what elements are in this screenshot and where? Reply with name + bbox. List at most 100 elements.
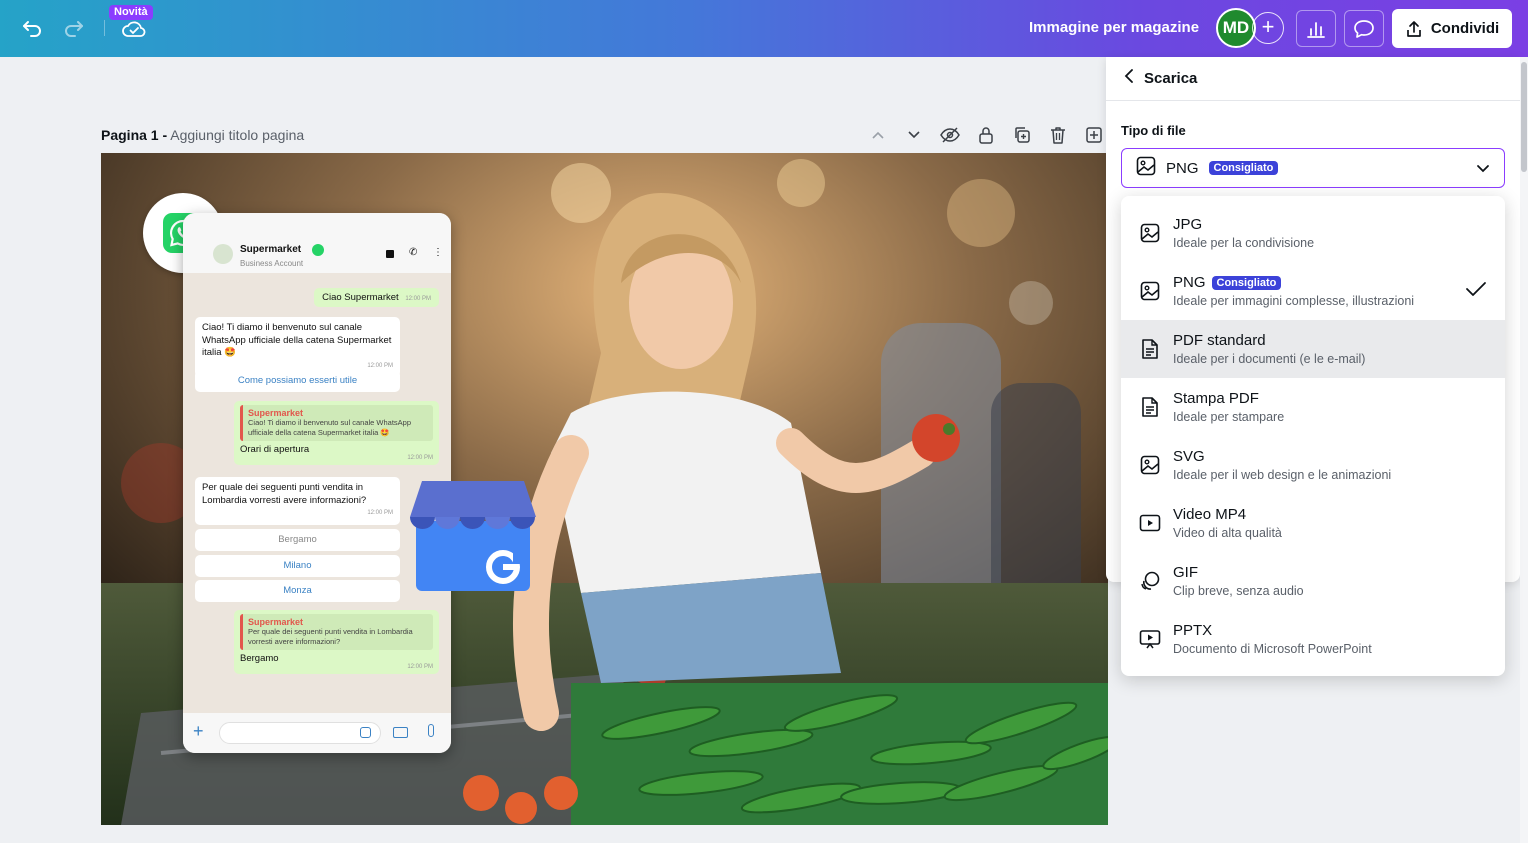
quote-text: Ciao! Ti diamo il benvenuto sul canale W…	[248, 418, 412, 437]
more-icon: ⋮	[433, 247, 443, 258]
contact-name: Supermarket	[240, 244, 302, 255]
redo-icon[interactable]	[60, 16, 88, 40]
file-type-option-jpg[interactable]: JPG Ideale per la condivisione	[1121, 204, 1505, 262]
undo-icon[interactable]	[18, 16, 46, 40]
image-icon	[1139, 280, 1161, 302]
google-business-logo	[408, 481, 538, 593]
panel-title: Scarica	[1144, 70, 1198, 87]
file-type-desc: Ideale per immagini complesse, illustraz…	[1173, 294, 1415, 308]
message-text: Per quale dei seguenti punti vendita in …	[202, 482, 367, 506]
file-type-name: Stampa PDF	[1173, 390, 1259, 407]
upload-icon	[1406, 20, 1421, 37]
sticker-icon	[360, 727, 371, 738]
file-type-name: PDF standard	[1173, 332, 1266, 349]
file-type-option-png[interactable]: PNG Consigliato Ideale per immagini comple…	[1121, 262, 1505, 320]
file-type-desc: Video di alta qualità	[1173, 526, 1282, 540]
document-icon	[1139, 396, 1161, 418]
file-type-option-svg[interactable]: SVG Ideale per il web design e le animazi…	[1121, 436, 1505, 494]
page-number: Pagina 1 -	[101, 127, 168, 143]
chat-reply-outgoing: Supermarket Per quale dei seguenti punti…	[234, 610, 439, 674]
phone-icon: ✆	[409, 247, 418, 258]
file-type-option-pptx[interactable]: PPTX Documento di Microsoft PowerPoint	[1121, 610, 1505, 668]
panel-scrollbar[interactable]	[1520, 57, 1528, 843]
chat-header: Supermarket Business Account ✆ ⋮	[183, 213, 451, 273]
trash-icon[interactable]	[1046, 124, 1070, 146]
message-text: Ciao Supermarket	[322, 292, 399, 303]
file-type-desc: Documento di Microsoft PowerPoint	[1173, 642, 1372, 656]
add-collaborator-button[interactable]: +	[1252, 12, 1284, 44]
video-icon	[1139, 512, 1161, 534]
message-time: 12:00 PM	[367, 510, 393, 516]
chat-option: Milano	[195, 555, 400, 577]
new-badge: Novità	[109, 5, 153, 20]
top-bar: Novità Immagine per magazine MD + Condiv…	[0, 0, 1528, 57]
file-type-desc: Clip breve, senza audio	[1173, 584, 1304, 598]
file-type-desc: Ideale per il web design e le animazioni	[1173, 468, 1392, 482]
image-icon	[1139, 454, 1161, 476]
insights-button[interactable]	[1296, 10, 1336, 47]
add-page-icon[interactable]	[1082, 124, 1106, 146]
share-label: Condividi	[1430, 20, 1500, 37]
plus-icon: +	[193, 721, 204, 741]
document-title[interactable]: Immagine per magazine	[1029, 19, 1199, 36]
file-type-name: GIF	[1173, 564, 1198, 581]
chat-input-bar: +	[183, 713, 451, 753]
file-type-name: SVG	[1173, 448, 1205, 465]
contact-subtitle: Business Account	[240, 259, 304, 268]
message-text: Orari di apertura	[240, 444, 310, 455]
chevron-up-icon[interactable]	[866, 124, 890, 146]
quote-sender: Supermarket	[248, 408, 304, 418]
file-type-option-pdf-print[interactable]: Stampa PDF Ideale per stampare	[1121, 378, 1505, 436]
gif-icon	[1139, 570, 1161, 592]
shop-icon	[386, 250, 394, 258]
file-type-option-mp4[interactable]: Video MP4 Video di alta qualità	[1121, 494, 1505, 552]
chat-option: Monza	[195, 580, 400, 602]
checkmark-icon	[1465, 280, 1487, 303]
lock-icon[interactable]	[974, 124, 998, 146]
microphone-icon	[428, 724, 434, 737]
hide-page-icon[interactable]	[938, 124, 962, 146]
message-time: 12:00 PM	[405, 296, 431, 302]
avatar	[213, 244, 233, 264]
page-title-placeholder[interactable]: Aggiungi titolo pagina	[170, 127, 304, 143]
file-type-option-pdf-standard[interactable]: PDF standard Ideale per i documenti (e le…	[1121, 320, 1505, 378]
file-type-name: PPTX	[1173, 622, 1213, 639]
quote-sender: Supermarket	[248, 617, 304, 627]
page-toolbar	[866, 124, 1106, 146]
chevron-down-icon	[1476, 161, 1490, 178]
duplicate-icon[interactable]	[1010, 124, 1034, 146]
chat-reply-outgoing: Supermarket Ciao! Ti diamo il benvenuto …	[234, 401, 439, 465]
file-type-option-gif[interactable]: GIF Clip breve, senza audio	[1121, 552, 1505, 610]
scrollbar-thumb[interactable]	[1521, 62, 1527, 172]
design-page[interactable]: Supermarket Business Account ✆ ⋮ Ciao Su…	[101, 153, 1108, 825]
page-title[interactable]: Pagina 1 - Aggiungi titolo pagina	[101, 127, 304, 143]
file-type-dropdown: JPG Ideale per la condivisione PNG Consigl…	[1121, 196, 1505, 676]
recommended-badge: Consigliato	[1208, 161, 1279, 175]
chat-option: Bergamo	[195, 529, 400, 551]
recommended-badge: Consigliato	[1211, 275, 1282, 290]
share-button[interactable]: Condividi	[1392, 9, 1512, 48]
chevron-down-icon[interactable]	[902, 124, 926, 146]
comment-icon	[1354, 19, 1374, 38]
quote-text: Per quale dei seguenti punti vendita in …	[248, 627, 413, 646]
message-time: 12:00 PM	[407, 455, 433, 461]
file-type-name: PNG	[1173, 274, 1206, 291]
camera-icon	[393, 727, 408, 738]
file-type-desc: Ideale per stampare	[1173, 410, 1285, 424]
file-type-label: Tipo di file	[1121, 123, 1186, 138]
file-type-selected: PNG	[1166, 159, 1199, 177]
chat-text-field	[219, 722, 381, 744]
chat-message-outgoing: Ciao Supermarket 12:00 PM	[314, 288, 439, 307]
file-type-name: Video MP4	[1173, 506, 1247, 523]
verified-icon	[312, 244, 324, 256]
bar-chart-icon	[1307, 21, 1325, 38]
image-icon	[1136, 156, 1156, 180]
file-type-select[interactable]: PNG Consigliato	[1121, 148, 1505, 188]
document-icon	[1139, 338, 1161, 360]
message-text: Ciao! Ti diamo il benvenuto sul canale W…	[202, 322, 392, 358]
message-time: 12:00 PM	[407, 664, 433, 670]
avatar[interactable]: MD	[1216, 8, 1256, 48]
back-arrow-icon[interactable]	[1124, 69, 1134, 88]
chat-message-incoming: Per quale dei seguenti punti vendita in …	[195, 477, 400, 525]
comments-button[interactable]	[1344, 10, 1384, 47]
